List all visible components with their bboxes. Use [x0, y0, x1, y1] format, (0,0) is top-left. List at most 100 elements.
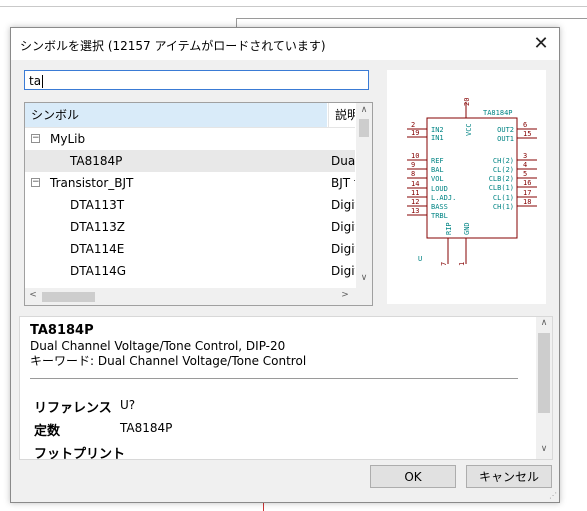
pin-name: BAL — [431, 166, 444, 174]
tree-row-description: BJT t — [331, 176, 355, 190]
scroll-down-arrow[interactable]: ∨ — [356, 273, 372, 283]
pin-name: CL(1) — [493, 194, 514, 202]
details-vertical-scrollbar[interactable]: ∧ ∨ — [536, 317, 552, 459]
pin-number: 3 — [523, 152, 527, 160]
tree-row-description: Digit — [331, 198, 355, 212]
close-button[interactable]: ✕ — [529, 32, 553, 56]
details-symbol-name: TA8184P — [30, 323, 94, 338]
field-label-value: 定数 — [34, 424, 61, 439]
pin-name: L.ADJ. — [431, 194, 456, 202]
search-value: ta — [29, 74, 42, 88]
tree-row-name: Transistor_BJT — [50, 176, 134, 190]
pin-number: 8 — [411, 170, 415, 178]
column-header-symbol[interactable]: シンボル — [25, 103, 327, 127]
scrollbar-thumb[interactable] — [359, 119, 369, 137]
pin-number: 5 — [523, 170, 527, 178]
cancel-button[interactable]: キャンセル — [466, 465, 552, 488]
pin-name: RIP — [445, 222, 453, 235]
collapse-icon[interactable]: − — [31, 134, 40, 143]
pin-number: 13 — [411, 207, 419, 215]
details-description: Dual Channel Voltage/Tone Control, DIP-2… — [30, 339, 286, 353]
pin-number: 10 — [411, 152, 419, 160]
pin-name: IN1 — [431, 134, 444, 142]
symbol-tree[interactable]: シンボル 説明 − MyLib TA8184P Dual − Transistor_BJT… — [24, 102, 373, 306]
pin-number: 20 — [463, 98, 471, 106]
pin-number: 9 — [411, 161, 415, 169]
search-input[interactable]: ta — [24, 70, 369, 90]
pin-name: OUT2 — [497, 126, 514, 134]
tree-item-row[interactable]: TA8184P Dual — [25, 150, 355, 172]
dialog-title: シンボルを選択 (12157 アイテムがロードされています) — [20, 39, 326, 53]
scroll-left-arrow[interactable]: < — [25, 290, 41, 300]
field-value-reference: U? — [120, 398, 136, 412]
tree-row-name: DTA113Z — [70, 220, 125, 234]
field-label-footprint: フットプリント — [34, 447, 126, 460]
tree-row-name: DTA114G — [70, 264, 127, 278]
details-keywords: キーワード: Dual Channel Voltage/Tone Control — [30, 354, 307, 368]
pin-name: CLB(2) — [489, 175, 514, 183]
symbol-part-name: TA8184P — [483, 109, 513, 117]
background-schematic-edge — [236, 18, 587, 19]
scrollbar-thumb[interactable] — [538, 333, 550, 413]
symbol-canvas: TA8184PU2IN219IN110REF9BAL8VOL14LOUD11L.… — [407, 98, 537, 266]
tree-row-name: TA8184P — [70, 154, 123, 168]
pin-number: 19 — [411, 129, 419, 137]
column-header-description[interactable]: 説明 — [328, 103, 355, 127]
text-caret — [42, 75, 44, 88]
pin-name: REF — [431, 157, 444, 165]
tree-row-name: DTA114E — [70, 242, 125, 256]
tree-row-description: Digit — [331, 264, 355, 278]
pin-number: 17 — [523, 189, 531, 197]
symbol-details: TA8184P Dual Channel Voltage/Tone Contro… — [19, 316, 553, 460]
pin-name: IN2 — [431, 126, 444, 134]
pin-name: VOL — [431, 175, 444, 183]
scroll-down-arrow[interactable]: ∨ — [536, 444, 552, 454]
field-value-value: TA8184P — [120, 421, 173, 435]
pin-name: CL(2) — [493, 166, 514, 174]
pin-name: OUT1 — [497, 135, 514, 143]
tree-row-description: Digit — [331, 220, 355, 234]
title-bar: シンボルを選択 (12157 アイテムがロードされています) ✕ — [11, 28, 559, 60]
scroll-up-arrow[interactable]: ∧ — [536, 318, 552, 328]
tree-item-row[interactable]: DTA113T Digit — [25, 194, 355, 216]
pin-number: 15 — [523, 130, 531, 138]
pin-number: 11 — [411, 189, 419, 197]
tree-row-description: Digit — [331, 242, 355, 256]
scroll-right-arrow[interactable]: > — [337, 290, 353, 300]
tree-item-row[interactable]: DTA114G Digit — [25, 260, 355, 282]
tree-row-description: Dual — [331, 154, 355, 168]
pin-number: 2 — [411, 121, 415, 129]
pin-number: 7 — [440, 262, 448, 266]
pin-name: VCC — [465, 123, 473, 136]
tree-item-row[interactable]: DTA113Z Digit — [25, 216, 355, 238]
pin-name: CH(1) — [493, 203, 514, 211]
pin-number: 1 — [458, 262, 466, 266]
resize-grip-icon[interactable]: ⋰ — [549, 491, 557, 500]
pin-name: CH(2) — [493, 157, 514, 165]
choose-symbol-dialog: シンボルを選択 (12157 アイテムがロードされています) ✕ ta シンボル… — [10, 27, 560, 503]
pin-number: 14 — [411, 180, 419, 188]
scrollbar-thumb[interactable] — [42, 292, 95, 302]
tree-item-row[interactable]: DTA114E Digit — [25, 238, 355, 260]
pin-name: TRBL — [431, 212, 448, 220]
symbol-preview: TA8184P U 2 IN2 19 IN1 10 REF 9 BAL 8 VOL 14 LOUD 11 L.… — [387, 70, 546, 304]
tree-row-name: DTA113T — [70, 198, 125, 212]
details-separator — [30, 378, 518, 379]
pin-number: 16 — [523, 179, 531, 187]
pin-number: 4 — [523, 161, 527, 169]
pin-name: BASS — [431, 203, 448, 211]
scroll-up-arrow[interactable]: ∧ — [356, 105, 372, 115]
tree-group-row[interactable]: − MyLib — [25, 128, 355, 150]
pin-name: LOUD — [431, 185, 448, 193]
background-line — [0, 6, 587, 7]
tree-horizontal-scrollbar[interactable]: < > — [25, 288, 372, 305]
field-label-reference: リファレンス — [34, 401, 112, 416]
pin-number: 12 — [411, 198, 419, 206]
pin-name: CLB(1) — [489, 184, 514, 192]
collapse-icon[interactable]: − — [31, 178, 40, 187]
symbol-reference: U — [418, 255, 422, 263]
ok-button[interactable]: OK — [370, 465, 456, 488]
tree-vertical-scrollbar[interactable]: ∧ ∨ — [356, 103, 372, 288]
tree-group-row[interactable]: − Transistor_BJT BJT t — [25, 172, 355, 194]
pin-name: GND — [463, 222, 471, 235]
